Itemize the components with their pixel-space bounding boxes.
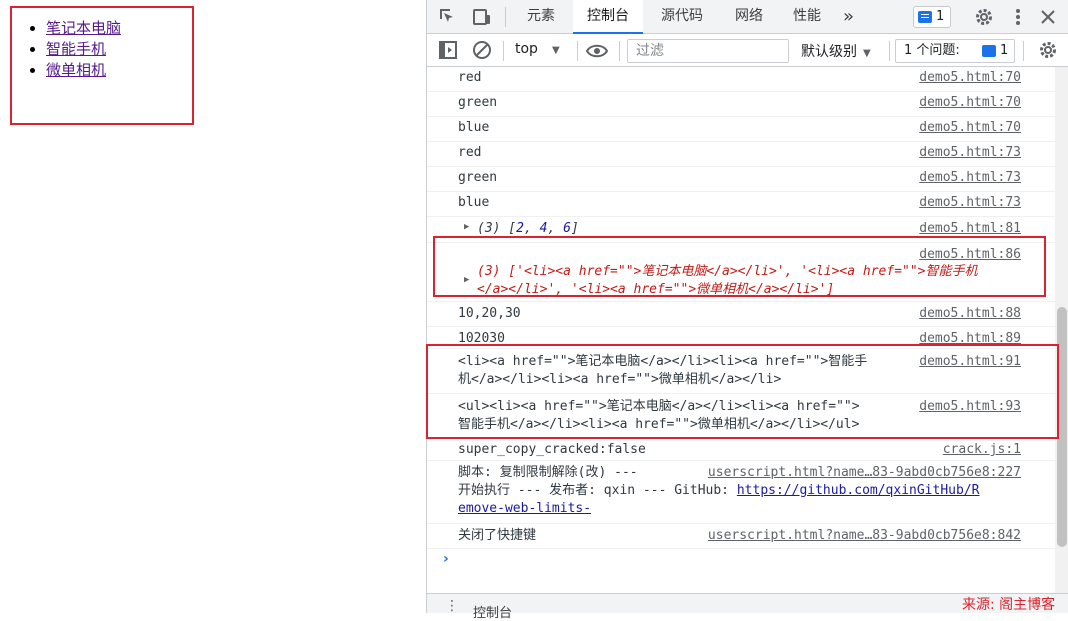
source-link[interactable]: demo5.html:70 <box>919 69 1021 87</box>
console-message: red demo5.html:70 <box>427 67 1055 92</box>
log-level-select[interactable]: 默认级别 ▼ <box>801 41 871 61</box>
list-item: 笔记本电脑 <box>46 18 121 39</box>
console-toolbar: top▼ 默认级别▼ 1 个问题: 1 <box>427 34 1068 67</box>
settings-gear-icon[interactable] <box>973 6 995 28</box>
device-toolbar-icon[interactable] <box>471 6 493 28</box>
highlight-box-array <box>433 236 1046 297</box>
console-message: green demo5.html:73 <box>427 167 1055 192</box>
source-link[interactable]: userscript.html?name…83-9abd0cb756e8:227 <box>708 464 1021 482</box>
console-messages: red demo5.html:70 green demo5.html:70 bl… <box>427 67 1055 593</box>
console-settings-gear-icon[interactable] <box>1037 39 1059 61</box>
devtools-tabbar: 元素 控制台 源代码 网络 性能 » 1 <box>427 0 1068 34</box>
source-link[interactable]: userscript.html?name…83-9abd0cb756e8:842 <box>708 527 1021 545</box>
drawer-tab-console[interactable]: 控制台 <box>473 602 512 621</box>
clear-console-icon[interactable] <box>471 39 493 61</box>
more-options-icon[interactable] <box>1007 6 1029 28</box>
issues-button[interactable]: 1 个问题: 1 <box>895 39 1015 63</box>
product-list: 笔记本电脑 智能手机 微单相机 <box>24 18 121 81</box>
rendered-page: 笔记本电脑 智能手机 微单相机 <box>0 0 426 613</box>
context-select[interactable]: top ▼ <box>515 41 560 57</box>
watermark: 来源: 阁主博客 <box>962 597 1056 613</box>
console-message: blue demo5.html:70 <box>427 117 1055 142</box>
message-icon <box>918 11 932 23</box>
product-link[interactable]: 智能手机 <box>46 40 106 58</box>
tab-sources[interactable]: 源代码 <box>647 0 717 34</box>
github-link[interactable]: https://github.com/qxinGitHub/R <box>737 483 980 498</box>
inspect-element-icon[interactable] <box>437 6 459 28</box>
console-message: 脚本: 复制限制解除(改) --- userscript.html?name…8… <box>427 461 1055 524</box>
product-link[interactable]: 笔记本电脑 <box>46 19 121 37</box>
tab-performance[interactable]: 性能 <box>779 0 835 34</box>
tab-elements[interactable]: 元素 <box>513 0 569 34</box>
issues-badge-count: 1 <box>936 9 945 24</box>
devtools-panel: 元素 控制台 源代码 网络 性能 » 1 top ▼ 过滤 默认级别 ▼ 1 个… <box>426 0 1068 621</box>
message-icon <box>982 45 996 57</box>
source-link[interactable]: demo5.html:73 <box>919 194 1021 212</box>
console-message: blue demo5.html:73 <box>427 192 1055 217</box>
list-item: 智能手机 <box>46 39 121 60</box>
console-filter-input[interactable] <box>627 39 789 63</box>
console-prompt-chevron-icon[interactable]: › <box>443 551 449 567</box>
source-link[interactable]: demo5.html:73 <box>919 169 1021 187</box>
source-link[interactable]: demo5.html:70 <box>919 119 1021 137</box>
source-link[interactable]: crack.js:1 <box>943 441 1021 459</box>
caret-down-icon: ▼ <box>551 45 560 56</box>
tab-network[interactable]: 网络 <box>721 0 777 34</box>
source-link[interactable]: demo5.html:88 <box>919 305 1021 323</box>
console-message: 10,20,30 demo5.html:88 <box>427 302 1055 327</box>
console-scrollbar[interactable] <box>1055 67 1068 593</box>
console-message: super_copy_cracked:false crack.js:1 <box>427 438 1055 461</box>
issues-badge[interactable]: 1 <box>913 6 951 28</box>
more-tabs-button[interactable]: » <box>829 0 868 34</box>
source-link[interactable]: demo5.html:70 <box>919 94 1021 112</box>
console-message: green demo5.html:70 <box>427 92 1055 117</box>
github-link-continued[interactable]: emove-web-limits- <box>458 501 591 516</box>
expand-triangle-icon[interactable]: ▶ <box>464 222 469 232</box>
close-icon[interactable] <box>1037 6 1059 28</box>
source-link[interactable]: demo5.html:73 <box>919 144 1021 162</box>
console-message: red demo5.html:73 <box>427 142 1055 167</box>
drawer-menu-icon[interactable]: ⋮ <box>445 598 459 614</box>
live-expression-eye-icon[interactable] <box>585 40 609 62</box>
sidebar-toggle-icon[interactable] <box>437 39 459 61</box>
console-message: 关闭了快捷键 userscript.html?name…83-9abd0cb75… <box>427 524 1055 549</box>
tab-console[interactable]: 控制台 <box>573 0 643 34</box>
highlight-box-join <box>426 344 1059 439</box>
product-link[interactable]: 微单相机 <box>46 61 106 79</box>
caret-down-icon: ▼ <box>863 48 871 59</box>
list-item: 微单相机 <box>46 60 121 81</box>
